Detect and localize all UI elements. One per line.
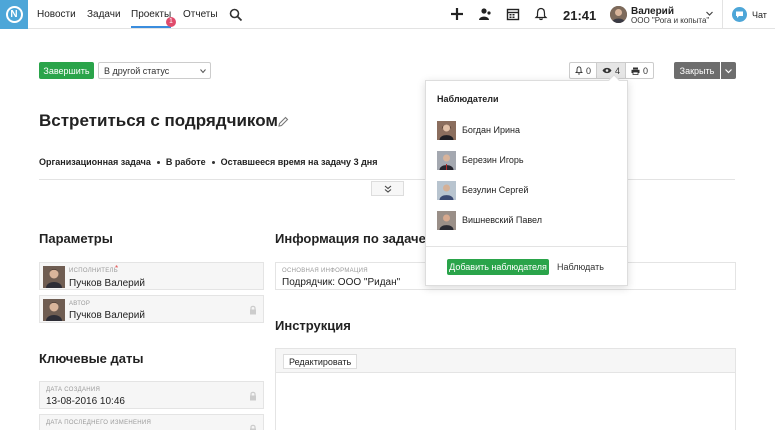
created-value: 13-08-2016 10:46 [46,396,125,407]
watcher-item[interactable]: Богдан Ирина [437,120,520,140]
task-title: Встретиться с подрядчиком [39,111,278,130]
watcher-avatar [437,120,456,140]
executor-avatar [43,266,65,288]
user-avatar[interactable] [610,6,627,23]
watcher-item[interactable]: Березин Игорь [437,150,524,170]
watcher-avatar [437,180,456,200]
watcher-item[interactable]: Вишневский Павел [437,210,542,230]
watcher-item[interactable]: Безулин Сергей [437,180,528,200]
executor-value: Пучков Валерий [69,278,145,289]
watchers-popup: Наблюдатели Богдан Ирина Березин Игорь Б… [425,74,628,286]
watcher-name: Безулин Сергей [462,185,529,195]
lock-icon [250,391,256,401]
instruction-title: Инструкция [275,318,351,333]
task-meta: Организационная задача В работе Оставшее… [39,157,377,167]
chat-label[interactable]: Чат [752,10,767,20]
watcher-avatar [437,150,456,170]
watcher-avatar [437,210,456,230]
print-counter[interactable]: 0 [626,63,653,78]
separator-dot [211,161,215,164]
calendar-icon[interactable] [506,7,520,21]
printer-icon [631,67,640,75]
logo-icon: N [5,6,23,23]
dates-title: Ключевые даты [39,351,144,366]
plus-icon[interactable] [450,7,464,21]
divider [722,0,723,29]
task-status: В работе [165,157,206,167]
status-select-value: В другой статус [104,66,170,76]
task-type: Организационная задача [39,157,151,167]
double-chevron-down-icon [384,185,391,193]
main-info-label: ОСНОВНАЯ ИНФОРМАЦИЯ [282,268,368,274]
watcher-name: Вишневский Павел [462,215,543,225]
top-navigation: N Новости Задачи Проекты 1 Отчеты 21:41 … [0,0,775,29]
executor-field[interactable]: ИСПОЛНИТЕЛЬ * Пучков Валерий [39,262,264,290]
chevron-down-icon [200,69,206,74]
complete-button[interactable]: Завершить [39,62,94,79]
separator-dot [156,161,160,164]
main-info-value: Подрядчик: ООО "Ридан" [282,277,401,288]
user-organization: ООО "Рога и копыта" [631,16,710,25]
divider [39,179,735,180]
watchers-title: Наблюдатели [437,94,499,104]
notifications-count: 0 [586,65,592,76]
info-title: Информация по задаче [275,231,426,246]
lock-icon [250,424,256,430]
created-date-field: ДАТА СОЗДАНИЯ 13-08-2016 10:46 [39,381,264,409]
instruction-editor: Редактировать [275,348,736,430]
observe-button[interactable]: Наблюдать [557,262,604,272]
bell-icon[interactable] [534,7,548,21]
nav-tasks[interactable]: Задачи [87,9,121,20]
projects-badge: 1 [166,17,176,27]
close-dropdown-button[interactable] [721,62,736,79]
watchers-count: 4 [615,65,621,76]
task-time-left: Оставшееся время на задачу 3 дня [220,157,378,167]
app-logo[interactable]: N [0,0,28,29]
nav-reports[interactable]: Отчеты [183,9,218,20]
nav-news[interactable]: Новости [37,9,76,20]
nav-projects[interactable]: Проекты [131,9,172,28]
required-mark: * [115,264,119,273]
watcher-name: Богдан Ирина [462,125,520,135]
bell-icon [575,66,583,75]
print-count: 0 [643,65,649,76]
expand-button[interactable] [371,181,404,196]
modified-label: ДАТА ПОСЛЕДНЕГО ИЗМЕНЕНИЯ [46,420,152,426]
created-label: ДАТА СОЗДАНИЯ [46,387,101,393]
lock-icon [250,305,256,315]
executor-label: ИСПОЛНИТЕЛЬ [69,268,118,274]
watcher-name: Березин Игорь [462,155,524,165]
author-field: АВТОР Пучков Валерий [39,295,264,323]
author-label: АВТОР [69,301,91,307]
modified-date-field: ДАТА ПОСЛЕДНЕГО ИЗМЕНЕНИЯ [39,414,264,430]
pencil-icon[interactable] [277,116,289,128]
chevron-down-icon[interactable] [706,10,713,17]
chat-icon[interactable] [732,7,747,22]
author-avatar [43,299,65,321]
users-icon[interactable] [478,7,492,21]
params-title: Параметры [39,231,113,246]
chevron-down-icon [725,68,732,73]
clock: 21:41 [563,8,597,23]
status-select[interactable]: В другой статус [98,62,211,79]
popup-footer: Добавить наблюдателя Наблюдать [426,246,627,286]
add-watcher-button[interactable]: Добавить наблюдателя [447,259,549,275]
close-button[interactable]: Закрыть [674,62,720,79]
search-icon[interactable] [229,8,243,22]
notifications-counter[interactable]: 0 [570,63,598,78]
eye-icon [602,67,612,74]
edit-instruction-button[interactable]: Редактировать [283,354,358,369]
author-value: Пучков Валерий [69,310,145,321]
